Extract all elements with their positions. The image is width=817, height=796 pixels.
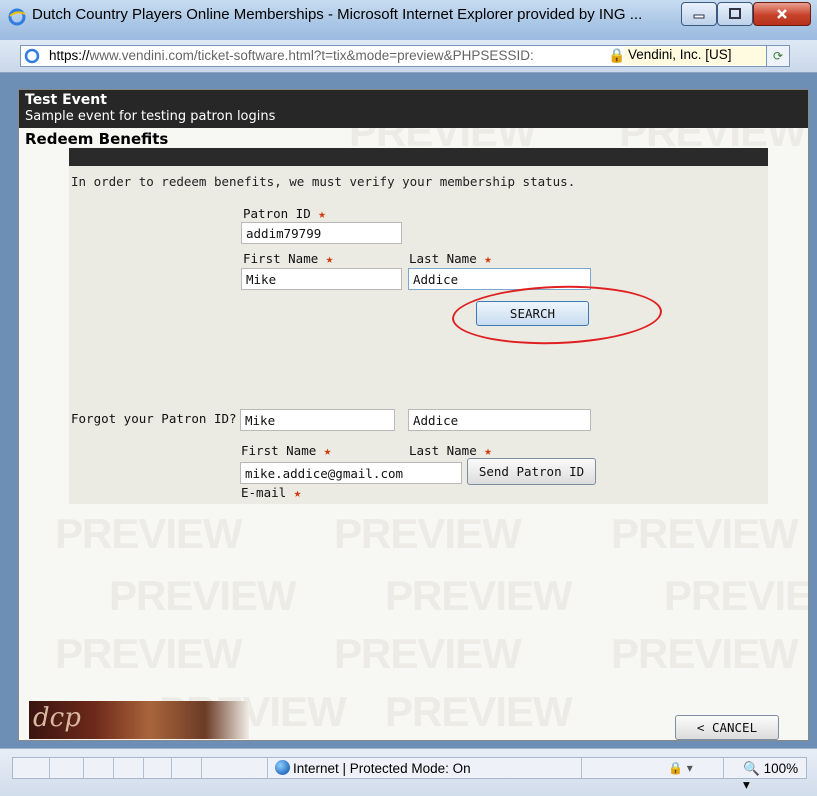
certificate-label[interactable]: Vendini, Inc. [US] xyxy=(624,47,782,65)
address-url[interactable]: https://www.vendini.com/ticket-software.… xyxy=(49,48,549,63)
required-star-icon: ★ xyxy=(484,251,492,266)
page-icon xyxy=(24,48,40,64)
status-divider xyxy=(143,758,144,778)
required-star-icon: ★ xyxy=(484,443,492,458)
window-controls xyxy=(681,2,811,28)
status-bar-inner: Internet | Protected Mode: On 🔒 ▾ 🔍 100%… xyxy=(12,757,807,792)
required-star-icon: ★ xyxy=(325,251,334,266)
lock-icon[interactable]: 🔒 xyxy=(608,48,625,64)
watermark: PREVIEW xyxy=(55,510,243,557)
status-divider xyxy=(171,758,172,778)
address-path: www.vendini.com/ticket-software.html?t=t… xyxy=(89,48,534,63)
required-star-icon: ★ xyxy=(323,443,332,458)
email-label-text: E-mail xyxy=(241,485,287,500)
zoom-level[interactable]: 🔍 100% ▾ xyxy=(743,761,806,793)
forgot-last-name-label: Last Name ★ xyxy=(409,443,492,458)
forgot-heading: Forgot your Patron ID? xyxy=(71,411,237,426)
status-divider xyxy=(113,758,114,778)
watermark: PREVIEW xyxy=(611,510,799,557)
watermark: PREVIEW xyxy=(334,630,522,677)
forgot-first-name-label-text: First Name xyxy=(241,443,317,458)
last-name-label: Last Name ★ xyxy=(409,251,492,266)
event-title: Test Event xyxy=(25,92,107,108)
ie-logo-icon xyxy=(8,8,26,26)
forgot-first-name-input[interactable] xyxy=(240,409,395,431)
send-patron-id-button[interactable]: Send Patron ID xyxy=(467,458,596,485)
logo-text: dcp xyxy=(33,703,81,733)
status-divider xyxy=(201,758,202,778)
status-bar: Internet | Protected Mode: On 🔒 ▾ 🔍 100%… xyxy=(0,748,817,796)
security-zone[interactable]: Internet | Protected Mode: On xyxy=(293,761,471,776)
first-name-label: First Name ★ xyxy=(243,251,333,266)
window-titlebar: Dutch Country Players Online Memberships… xyxy=(0,0,817,41)
watermark: PREVIEW xyxy=(385,572,573,619)
panel-header-bar xyxy=(69,148,768,166)
event-header: Test Event Sample event for testing patr… xyxy=(19,90,808,128)
window-title: Dutch Country Players Online Memberships… xyxy=(32,6,643,23)
minimize-button[interactable] xyxy=(681,2,717,26)
compatibility-icon[interactable]: ⟳ xyxy=(766,46,789,66)
dcp-logo: dcp xyxy=(29,701,249,739)
patron-id-input[interactable] xyxy=(241,222,402,244)
cancel-button[interactable]: < CANCEL xyxy=(675,715,779,740)
address-field[interactable]: https://www.vendini.com/ticket-software.… xyxy=(20,45,790,67)
address-protocol: https:// xyxy=(49,48,90,63)
zoom-value: 100% xyxy=(763,761,799,776)
first-name-input[interactable] xyxy=(241,268,402,290)
minimize-icon xyxy=(693,14,705,19)
last-name-label-text: Last Name xyxy=(409,251,477,266)
redeem-panel: In order to redeem benefits, we must ver… xyxy=(69,148,768,504)
watermark: PREVIEW xyxy=(109,572,297,619)
close-icon xyxy=(777,9,787,19)
first-name-label-text: First Name xyxy=(243,251,319,266)
forgot-last-name-input[interactable] xyxy=(408,409,591,431)
email-label: E-mail ★ xyxy=(241,485,301,500)
watermark: PREVIEW xyxy=(611,630,799,677)
watermark: PREVIEW xyxy=(385,688,573,735)
patron-id-label-text: Patron ID xyxy=(243,206,311,221)
maximize-icon xyxy=(729,8,741,19)
protected-mode-icon[interactable]: 🔒 ▾ xyxy=(668,761,693,775)
event-subtitle: Sample event for testing patron logins xyxy=(25,109,276,124)
watermark: PREVIEW xyxy=(334,510,522,557)
close-button[interactable] xyxy=(753,2,811,26)
status-divider xyxy=(83,758,84,778)
required-star-icon: ★ xyxy=(318,206,326,221)
email-input[interactable] xyxy=(240,462,462,484)
patron-id-label: Patron ID ★ xyxy=(243,206,326,221)
status-divider xyxy=(267,758,268,778)
globe-icon xyxy=(275,760,290,775)
status-divider xyxy=(49,758,50,778)
forgot-first-name-label: First Name ★ xyxy=(241,443,331,458)
forgot-last-name-label-text: Last Name xyxy=(409,443,477,458)
status-divider xyxy=(581,758,582,778)
section-title: Redeem Benefits xyxy=(25,130,169,148)
intro-text: In order to redeem benefits, we must ver… xyxy=(71,174,576,189)
watermark: PREVIEW xyxy=(664,572,808,619)
page-content: PREVIEW PREVIEW PREVIEW PREVIEW PREVIEW … xyxy=(18,89,809,741)
maximize-button[interactable] xyxy=(717,2,753,26)
status-divider xyxy=(723,758,724,778)
required-star-icon: ★ xyxy=(293,485,302,500)
address-bar: https://www.vendini.com/ticket-software.… xyxy=(0,40,817,73)
watermark: PREVIEW xyxy=(55,630,243,677)
